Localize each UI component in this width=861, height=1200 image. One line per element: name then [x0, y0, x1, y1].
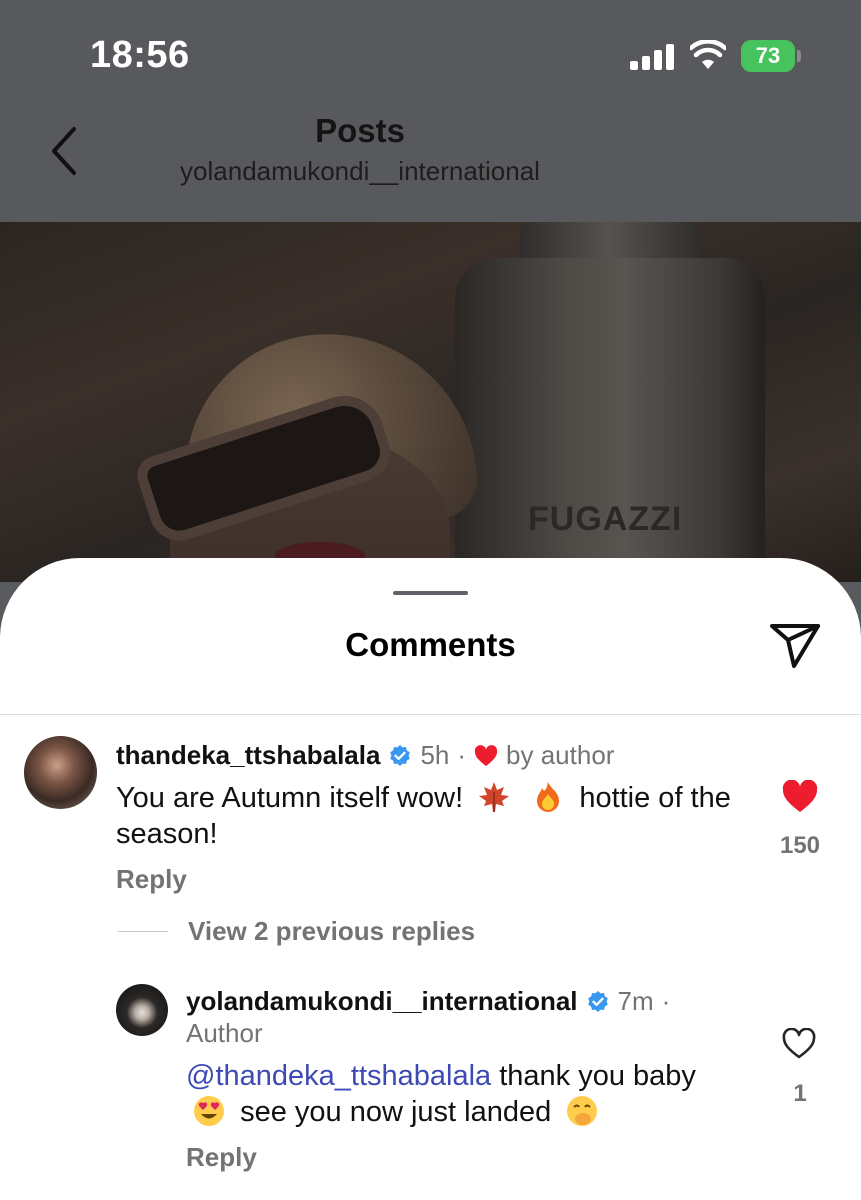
share-send-icon[interactable]	[768, 620, 822, 670]
mention-link[interactable]: @thandeka_ttshabalala	[186, 1060, 491, 1092]
verified-badge-icon	[587, 990, 608, 1012]
reply-username[interactable]: yolandamukondi__international	[186, 986, 578, 1017]
cellular-signal-icon	[630, 44, 674, 70]
sheet-drag-handle[interactable]	[393, 591, 468, 595]
comment-time: 5h	[420, 740, 450, 770]
comment-header: thandeka_ttshabalala 5h · by author	[116, 740, 614, 771]
author-liked-heart-icon	[474, 744, 498, 766]
comment-username[interactable]: thandeka_ttshabalala	[116, 740, 380, 771]
comments-sheet: Comments thandeka_ttshabalala 5h · by au…	[0, 558, 861, 1200]
top-bar: 18:56 73 Posts yolandamukondi__internati…	[0, 0, 861, 222]
author-label: Author	[186, 1018, 263, 1048]
liked-by-author-label: by author	[506, 740, 615, 770]
heart-outline-icon[interactable]	[781, 1028, 817, 1060]
reply-text: @thandeka_ttshabalala thank you baby see…	[186, 1058, 746, 1130]
reply-time: 7m	[617, 986, 654, 1016]
post-photo: FUGAZZI	[0, 222, 861, 582]
maple-leaf-emoji-icon	[479, 782, 510, 812]
avatar[interactable]	[116, 984, 168, 1036]
reply-text-part1: thank you baby	[499, 1060, 696, 1092]
heart-eyes-emoji-icon	[194, 1096, 224, 1126]
verified-badge-icon	[390, 744, 411, 766]
wifi-icon	[690, 40, 726, 69]
hand-over-mouth-emoji-icon	[567, 1096, 598, 1126]
page-subtitle[interactable]: yolandamukondi__international	[0, 156, 720, 187]
battery-percent: 73	[755, 43, 781, 68]
fire-emoji-icon	[537, 782, 560, 812]
sheet-title: Comments	[345, 626, 516, 663]
separator: ·	[457, 740, 467, 770]
reply-header: yolandamukondi__international 7m ·	[186, 986, 670, 1017]
reply-button[interactable]: Reply	[186, 1142, 257, 1173]
avatar[interactable]	[24, 736, 97, 809]
replies-line	[118, 931, 168, 932]
reply-button[interactable]: Reply	[116, 864, 187, 895]
like-count: 150	[779, 832, 821, 859]
heart-filled-icon[interactable]	[781, 780, 819, 814]
page-title: Posts	[315, 112, 405, 149]
divider	[0, 714, 861, 715]
like-count: 1	[793, 1080, 807, 1107]
status-time: 18:56	[90, 34, 190, 76]
battery-indicator: 73	[741, 40, 801, 72]
separator: ·	[661, 986, 671, 1016]
comment-text: You are Autumn itself wow! hottie of the…	[116, 780, 756, 852]
view-previous-replies-button[interactable]: View 2 previous replies	[188, 916, 475, 947]
bottle-brand-text: FUGAZZI	[528, 500, 683, 538]
reply-text-part2: see you now just landed	[240, 1096, 552, 1128]
comment-text-part1: You are Autumn itself wow!	[116, 782, 464, 814]
